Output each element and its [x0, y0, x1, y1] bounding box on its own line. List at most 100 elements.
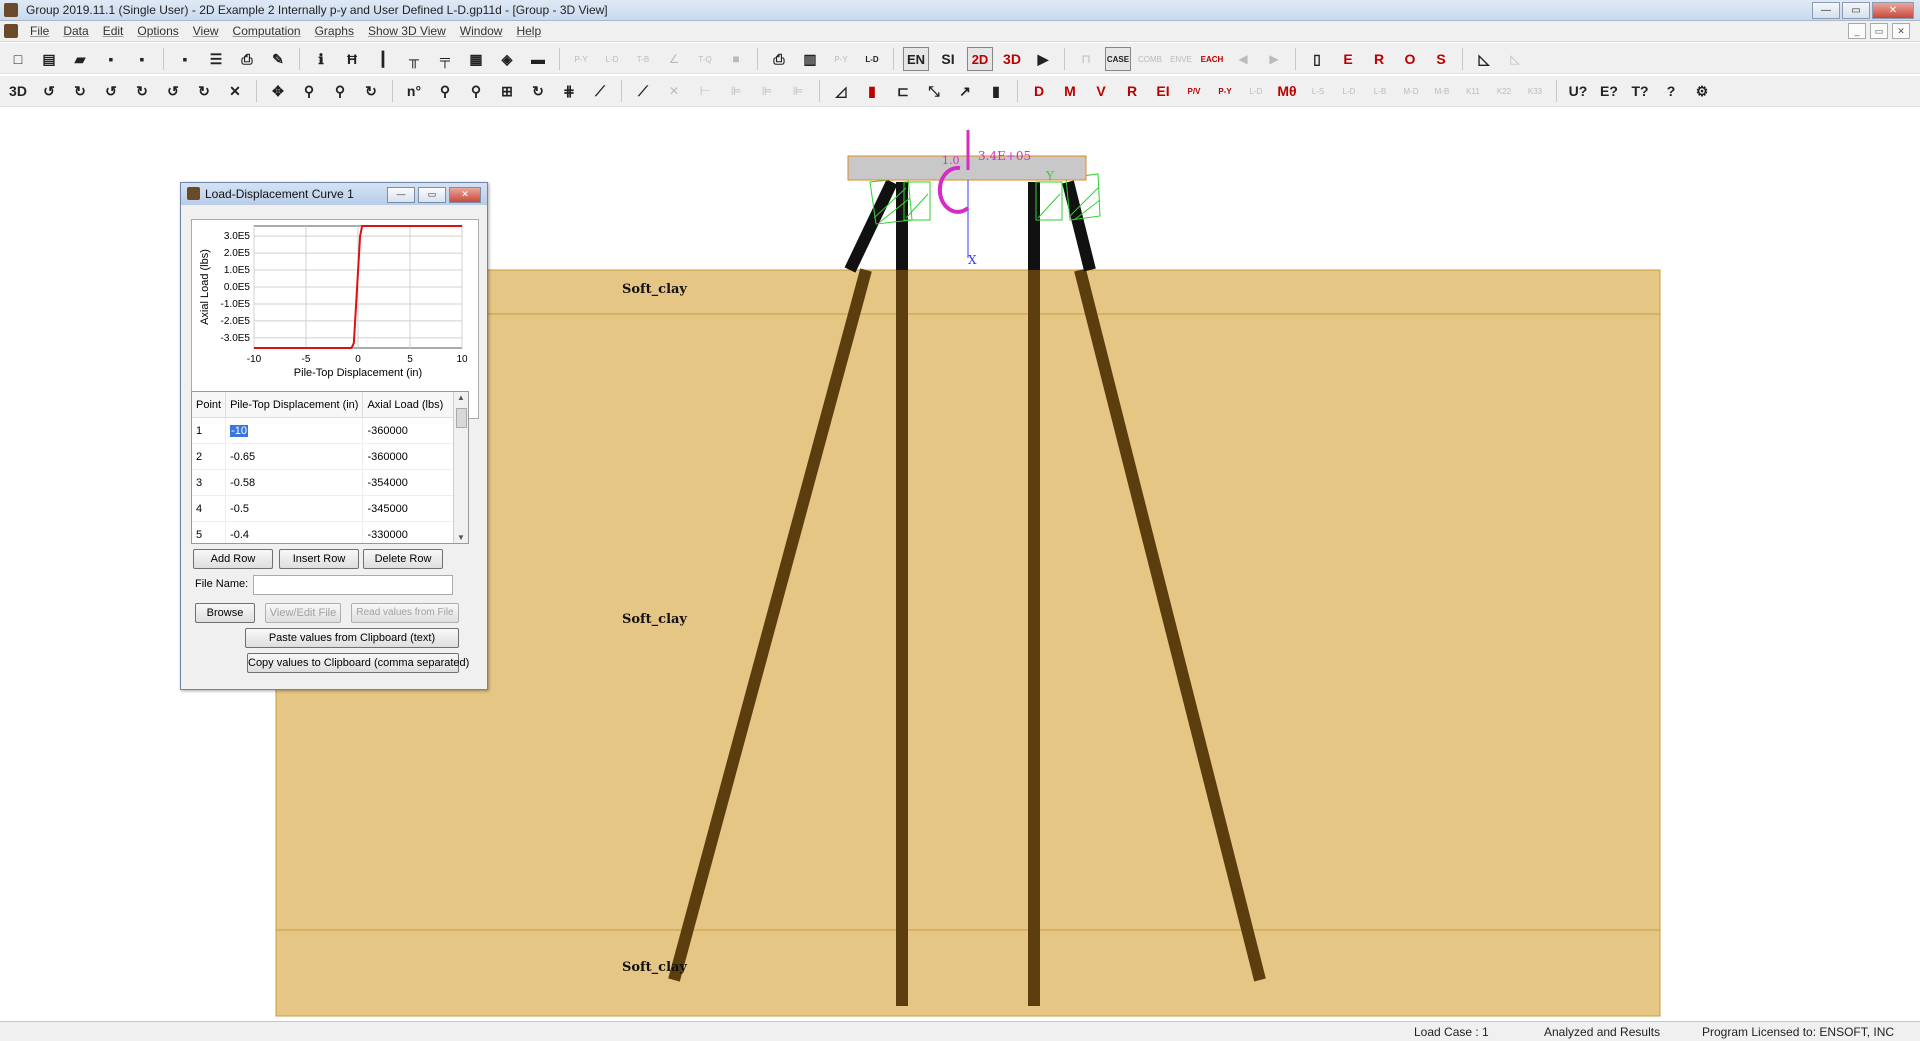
graph-icon[interactable]: ◺ [1472, 48, 1496, 70]
grey-block-icon[interactable]: ■ [724, 48, 748, 70]
help-icon[interactable]: ? [1659, 80, 1683, 102]
save-as-icon[interactable]: ▪ [130, 48, 154, 70]
refresh-icon[interactable]: ↻ [526, 80, 550, 102]
paste-values-button[interactable]: Paste values from Clipboard (text) [245, 628, 459, 648]
table-row[interactable]: 2 -0.65 -360000 [192, 443, 465, 470]
spring-icon[interactable]: ⊢ [693, 80, 717, 102]
axial-load-cell[interactable]: -360000 [362, 417, 465, 444]
mo-graph-icon[interactable]: Mθ [1275, 80, 1299, 102]
run-analysis-icon[interactable]: ▶ [1031, 48, 1055, 70]
read-values-from-file-button[interactable]: Read values from File [351, 603, 459, 623]
save-green-icon[interactable]: ▪ [173, 48, 197, 70]
scale-icon[interactable]: ▮ [984, 80, 1008, 102]
dialog-restore-button[interactable]: ▭ [418, 187, 446, 203]
springs2-icon[interactable]: ⊫ [755, 80, 779, 102]
browse-button[interactable]: Browse [195, 603, 255, 623]
menu-file[interactable]: File [30, 24, 49, 38]
axial-load-cell[interactable]: -345000 [362, 495, 465, 522]
table-scrollbar[interactable]: ▲ ▼ [453, 392, 468, 543]
pv-graph-icon[interactable]: P/V [1182, 80, 1206, 102]
3d-view-icon[interactable]: 3D [6, 80, 30, 102]
table-row[interactable]: 5 -0.4 -330000 [192, 521, 465, 543]
py-graph-icon[interactable]: P-Y [1213, 80, 1237, 102]
en-units-button[interactable]: EN [903, 47, 929, 71]
zoom-icon[interactable]: ⚲ [328, 80, 352, 102]
menu-graphs[interactable]: Graphs [315, 24, 354, 38]
axial-load-cell[interactable]: -354000 [362, 469, 465, 496]
displacement-cell[interactable]: -10 [225, 417, 364, 444]
save-icon[interactable]: ▪ [99, 48, 123, 70]
pan-icon[interactable]: ✥ [266, 80, 290, 102]
new-file-icon[interactable]: □ [6, 48, 30, 70]
mdi-minimize-button[interactable]: _ [1848, 23, 1866, 39]
pile-icon[interactable]: ┃ [371, 48, 395, 70]
help-e-icon[interactable]: E? [1597, 80, 1621, 102]
comb-icon[interactable]: COMB [1138, 48, 1162, 70]
view-2d-button[interactable]: 2D [967, 47, 993, 71]
si-units-button[interactable]: SI [936, 48, 960, 70]
report-o-icon[interactable]: O [1398, 48, 1422, 70]
dialog-title-bar[interactable]: Load-Displacement Curve 1 — ▭ ✕ [181, 183, 487, 205]
displacement-cell[interactable]: -0.58 [225, 469, 364, 496]
edit-data-icon[interactable]: ✎ [266, 48, 290, 70]
delete-row-button[interactable]: Delete Row [363, 549, 443, 569]
node-number-icon[interactable]: n° [402, 80, 426, 102]
color-map-icon[interactable]: ▮ [860, 80, 884, 102]
axial-load-cell[interactable]: -330000 [362, 521, 465, 543]
info-icon[interactable]: ℹ [309, 48, 333, 70]
rotate-neg-x-icon[interactable]: ↻ [68, 80, 92, 102]
help-u-icon[interactable]: U? [1566, 80, 1590, 102]
ld-table-icon[interactable]: L-D [860, 48, 884, 70]
color-bar-icon[interactable]: ▬ [526, 48, 550, 70]
ls-crp-icon[interactable]: L-S [1306, 80, 1330, 102]
displacement-cell[interactable]: -0.65 [225, 443, 364, 470]
insert-row-button[interactable]: Insert Row [279, 549, 359, 569]
pin-icon[interactable]: ⚲ [297, 80, 321, 102]
rotate-y-icon[interactable]: ↺ [99, 80, 123, 102]
curve-icon[interactable]: ∠ [662, 48, 686, 70]
menu-help[interactable]: Help [516, 24, 541, 38]
mesh-icon[interactable]: ⋕ [557, 80, 581, 102]
rotate-z-icon[interactable]: ↺ [161, 80, 185, 102]
rotate-x-icon[interactable]: ↺ [37, 80, 61, 102]
label-icon[interactable]: ⚲ [464, 80, 488, 102]
each-icon[interactable]: EACH [1200, 48, 1224, 70]
ipile-icon[interactable]: ▥ [798, 48, 822, 70]
axial-load-cell[interactable]: -360000 [362, 443, 465, 470]
maximize-button[interactable]: ▭ [1842, 2, 1870, 19]
k22-crp-icon[interactable]: K22 [1492, 80, 1516, 102]
table-row[interactable]: 3 -0.58 -354000 [192, 469, 465, 496]
k33-crp-icon[interactable]: K33 [1523, 80, 1547, 102]
lb-crp-icon[interactable]: L-B [1368, 80, 1392, 102]
tb-icon[interactable]: T-B [631, 48, 655, 70]
update-icon[interactable]: ⚙ [1690, 80, 1714, 102]
report-s-icon[interactable]: S [1429, 48, 1453, 70]
file-name-input[interactable] [253, 575, 453, 595]
new-template-icon[interactable]: ▤ [37, 48, 61, 70]
slope-icon[interactable]: ◿ [829, 80, 853, 102]
ld-crp-icon[interactable]: L-D [1337, 80, 1361, 102]
deflection-icon[interactable]: ⤡ [922, 80, 946, 102]
graph-disabled-icon[interactable]: ◺ [1503, 48, 1527, 70]
md-crp-icon[interactable]: M-D [1399, 80, 1423, 102]
printer-icon[interactable]: ⎙ [767, 48, 791, 70]
scroll-up-icon[interactable]: ▲ [457, 393, 465, 402]
rotate-neg-z-icon[interactable]: ↻ [192, 80, 216, 102]
grid-icon[interactable]: ⊞ [495, 80, 519, 102]
next-icon[interactable]: ▶ [1262, 48, 1286, 70]
points-table[interactable]: Point Pile-Top Displacement (in) Axial L… [191, 391, 469, 544]
rotate-free-icon[interactable]: ↻ [359, 80, 383, 102]
cross-icon[interactable]: ✕ [662, 80, 686, 102]
menu-show-3d-view[interactable]: Show 3D View [368, 24, 446, 38]
section-icon[interactable]: ⊏ [891, 80, 915, 102]
springs3-icon[interactable]: ⊫ [786, 80, 810, 102]
measure-icon[interactable]: ⟋ [588, 80, 612, 102]
pile-cap-icon[interactable]: Ħ [340, 48, 364, 70]
envelope-icon[interactable]: ENVE [1169, 48, 1193, 70]
v-graph-icon[interactable]: V [1089, 80, 1113, 102]
print-icon[interactable]: ⎙ [235, 48, 259, 70]
springs-icon[interactable]: ⊫ [724, 80, 748, 102]
menu-computation[interactable]: Computation [233, 24, 301, 38]
report-r-icon[interactable]: R [1367, 48, 1391, 70]
document-icon[interactable] [4, 24, 18, 38]
